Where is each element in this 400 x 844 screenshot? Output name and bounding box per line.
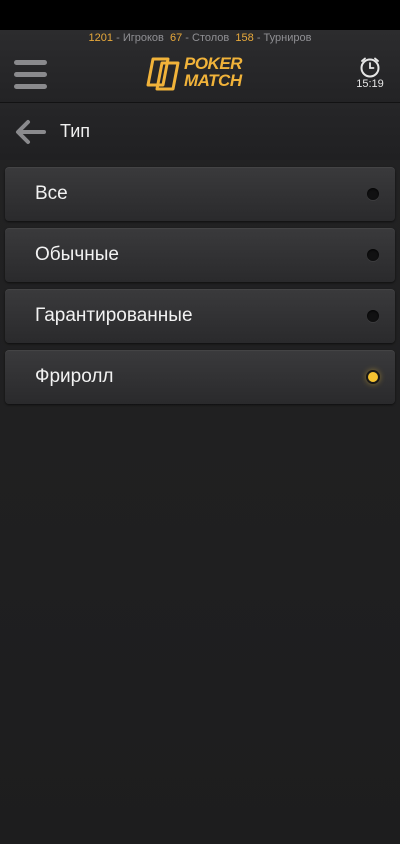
radio-button[interactable] (367, 249, 379, 261)
hamburger-bar (14, 60, 47, 65)
hamburger-bar (14, 72, 47, 77)
pokermatch-logo: POKER MATCH (146, 55, 258, 91)
option-label: Обычные (35, 244, 119, 265)
logo-text: POKER MATCH (184, 55, 242, 89)
radio-button[interactable] (367, 188, 379, 200)
tournaments-label: Турниров (263, 32, 312, 44)
clock-widget: 15:19 (352, 56, 388, 92)
top-header: 1201 - Игроков 67 - Столов 158 - Турниро… (0, 30, 400, 103)
radio-button-selected[interactable] (368, 372, 378, 382)
logo-cards-icon (146, 57, 180, 91)
clock-icon (360, 57, 380, 78)
stats-separator: - (253, 32, 264, 44)
clock-time: 15:19 (356, 78, 384, 90)
status-bar (0, 0, 400, 30)
option-regular[interactable]: Обычные (5, 228, 395, 282)
players-label: Игроков (122, 32, 164, 44)
option-freeroll[interactable]: Фриролл (5, 350, 395, 404)
back-button[interactable] (14, 117, 46, 147)
players-count: 1201 (88, 32, 114, 44)
page-title: Тип (60, 121, 91, 141)
option-label: Гарантированные (35, 305, 193, 326)
stats-separator: - (182, 32, 193, 44)
arrow-left-icon (16, 120, 46, 144)
app-root: 1201 - Игроков 67 - Столов 158 - Турниро… (0, 0, 400, 844)
tables-label: Столов (192, 32, 230, 44)
hamburger-icon[interactable] (14, 60, 47, 90)
lobby-stats: 1201 - Игроков 67 - Столов 158 - Турниро… (0, 32, 400, 44)
tables-count: 67 (170, 32, 183, 44)
option-guaranteed[interactable]: Гарантированные (5, 289, 395, 343)
logo-line-poker: POKER (184, 54, 242, 73)
logo-line-match: MATCH (184, 71, 242, 90)
hamburger-bar (14, 84, 47, 89)
option-label: Все (35, 183, 68, 204)
option-label: Фриролл (35, 366, 114, 387)
stats-separator: - (113, 32, 123, 44)
radio-button[interactable] (367, 310, 379, 322)
option-all[interactable]: Все (5, 167, 395, 221)
tournaments-count: 158 (235, 32, 254, 44)
filter-subheader: Тип (0, 103, 400, 160)
type-options-list: Все Обычные Гарантированные Фриролл (5, 167, 395, 411)
